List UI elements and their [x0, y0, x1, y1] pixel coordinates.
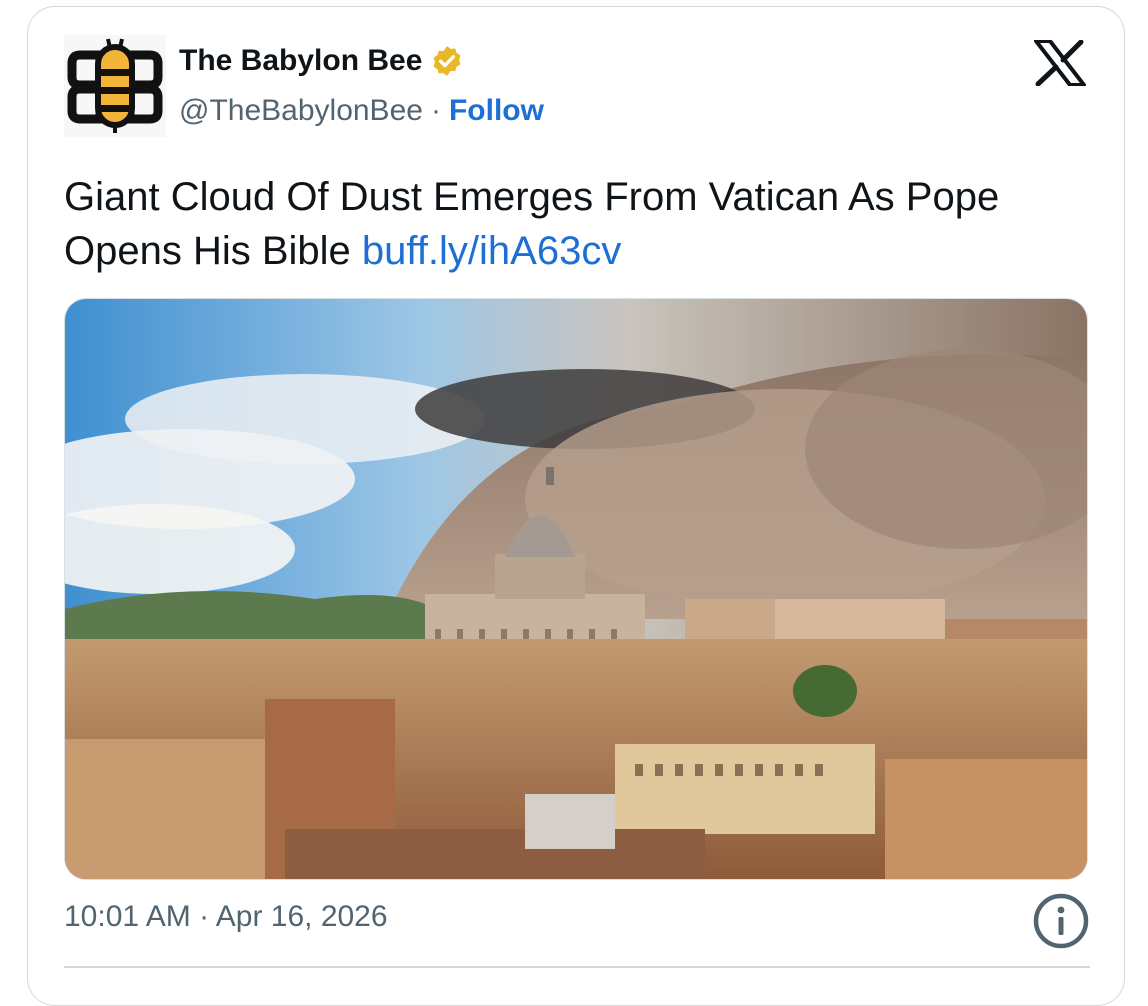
tweet-image[interactable] — [64, 298, 1088, 880]
tweet-link[interactable]: buff.ly/ihA63cv — [362, 229, 621, 273]
x-logo-icon[interactable] — [1034, 40, 1086, 86]
tweet-text: Giant Cloud Of Dust Emerges From Vatican… — [64, 170, 1084, 278]
bee-logo-icon — [64, 35, 166, 137]
avatar[interactable] — [64, 35, 166, 137]
separator-dot: · — [430, 94, 441, 127]
author-name[interactable]: The Babylon Bee — [179, 44, 422, 78]
verified-badge-icon — [433, 46, 461, 76]
divider — [64, 966, 1090, 968]
info-icon[interactable] — [1032, 892, 1090, 950]
author-name-row: The Babylon Bee — [179, 44, 464, 78]
handle-row: @TheBabylonBee · Follow — [179, 94, 544, 128]
follow-button[interactable]: Follow — [449, 94, 544, 128]
author-handle[interactable]: @TheBabylonBee — [179, 94, 423, 128]
tweet-timestamp[interactable]: 10:01 AM · Apr 16, 2026 — [64, 900, 388, 934]
vatican-dust-cloud-image — [65, 299, 1087, 879]
